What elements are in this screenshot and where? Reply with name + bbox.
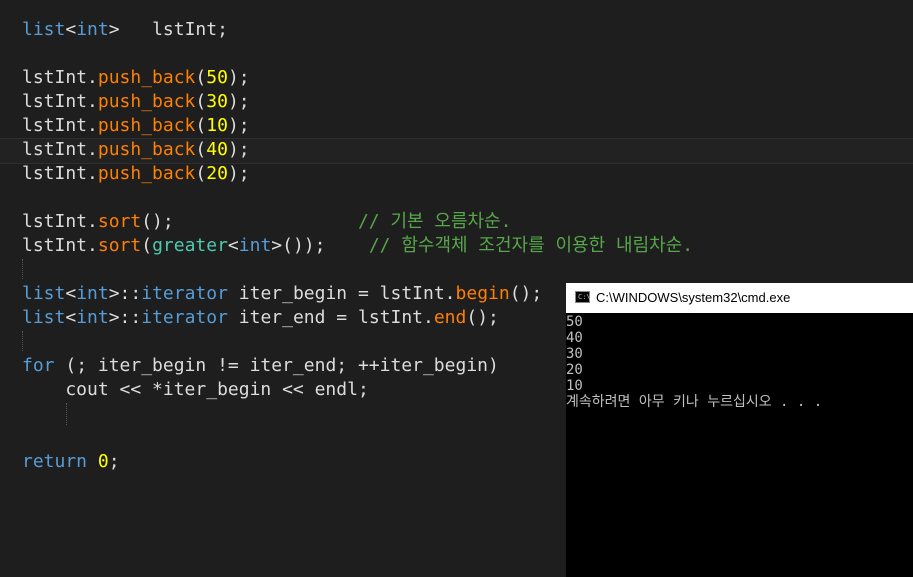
code-token: ( — [195, 91, 207, 112]
code-token: lstInt. — [22, 115, 98, 136]
code-token: lstInt. — [22, 67, 98, 88]
code-line: lstInt.push_back(30); — [22, 90, 250, 114]
code-token: ); — [227, 91, 250, 112]
indent-guide — [22, 331, 23, 351]
code-token: return — [22, 451, 88, 472]
code-token: ( — [195, 67, 207, 88]
console-output-line: 30 — [566, 346, 583, 362]
code-line: return 0; — [22, 450, 120, 474]
code-token: // 기본 오름차순. — [357, 211, 512, 232]
code-token: 0 — [97, 451, 109, 472]
code-token: (; iter_begin != iter_end; ++iter_begin) — [54, 355, 499, 376]
code-line: lstInt.push_back(10); — [22, 114, 250, 138]
console-output-line: 40 — [566, 330, 583, 346]
code-line: for (; iter_begin != iter_end; ++iter_be… — [22, 354, 499, 378]
code-token: greater — [152, 235, 228, 256]
code-token: for — [22, 355, 55, 376]
code-token: < — [65, 19, 77, 40]
code-line: list<int>::iterator iter_begin = lstInt.… — [22, 282, 542, 306]
code-token: list — [22, 19, 66, 40]
code-token: lstInt. — [22, 211, 98, 232]
code-token: (); — [466, 307, 499, 328]
code-token: ; — [108, 451, 120, 472]
console-output: 50 40 30 20 10 계속하려면 아무 키나 누르십시오 . . . — [566, 314, 913, 410]
code-token: >:: — [108, 283, 142, 304]
code-token: lstInt. — [22, 91, 98, 112]
code-token: iter_begin = lstInt. — [227, 283, 456, 304]
code-token: ); — [227, 115, 250, 136]
code-token: // 함수객체 조건자를 이용한 내림차순. — [368, 235, 694, 256]
code-token: push_back — [97, 163, 196, 184]
code-token: push_back — [97, 139, 196, 160]
code-token: >:: — [108, 307, 142, 328]
code-line: lstInt.push_back(20); — [22, 162, 250, 186]
code-token: 20 — [206, 163, 228, 184]
code-token: ( — [141, 235, 153, 256]
code-token: >()); — [271, 235, 369, 256]
code-token: iter_end = lstInt. — [227, 307, 434, 328]
code-token: int — [76, 307, 109, 328]
code-token: ); — [227, 67, 250, 88]
code-line: list<int>::iterator iter_end = lstInt.en… — [22, 306, 499, 330]
code-token: ); — [227, 163, 250, 184]
code-token: push_back — [97, 115, 196, 136]
code-token: begin — [455, 283, 510, 304]
code-line: lstInt.sort(greater<int>()); // 함수객체 조건자… — [22, 234, 693, 258]
code-token: sort — [97, 211, 142, 232]
code-token: lstInt. — [22, 163, 98, 184]
console-title: C:\WINDOWS\system32\cmd.exe — [596, 290, 791, 305]
code-token: cout << *iter_begin << endl; — [22, 379, 369, 400]
console-output-line: 50 — [566, 314, 583, 330]
code-token: push_back — [97, 67, 196, 88]
code-token: iterator — [141, 307, 228, 328]
console-titlebar[interactable]: C:\ C:\WINDOWS\system32\cmd.exe — [566, 283, 913, 313]
code-token: end — [433, 307, 467, 328]
code-line: lstInt.push_back(50); — [22, 66, 250, 90]
code-token: list — [22, 283, 66, 304]
code-token: 40 — [206, 139, 228, 160]
code-token: (); — [141, 211, 358, 232]
indent-guide — [22, 259, 23, 279]
code-token: ( — [195, 139, 207, 160]
code-token: > lstInt; — [108, 19, 228, 40]
code-line: cout << *iter_begin << endl; — [22, 378, 369, 402]
code-token: int — [238, 235, 272, 256]
code-token: ( — [195, 115, 207, 136]
console-window[interactable]: C:\ C:\WINDOWS\system32\cmd.exe 50 40 30 20… — [566, 283, 913, 577]
code-token: (); — [509, 283, 543, 304]
code-token: sort — [97, 235, 142, 256]
code-token: < — [65, 307, 77, 328]
code-token: iterator — [141, 283, 228, 304]
cmd-icon: C:\ — [575, 291, 591, 303]
code-line: lstInt.sort(); // 기본 오름차순. — [22, 210, 512, 234]
code-token: int — [76, 283, 109, 304]
code-token: < — [65, 283, 77, 304]
code-token: lstInt. — [22, 139, 98, 160]
code-token: 50 — [206, 67, 228, 88]
code-token: < — [227, 235, 239, 256]
code-token: ); — [227, 139, 250, 160]
code-line: lstInt.push_back(40); — [22, 138, 250, 162]
code-token: 30 — [206, 91, 228, 112]
code-token: 10 — [206, 115, 228, 136]
code-token: push_back — [97, 91, 196, 112]
code-line: list<int> lstInt; — [22, 18, 228, 42]
code-token: int — [76, 19, 109, 40]
code-token: lstInt. — [22, 235, 98, 256]
console-output-line: 20 — [566, 362, 583, 378]
code-token: list — [22, 307, 66, 328]
console-output-line: 계속하려면 아무 키나 누르십시오 . . . — [566, 394, 823, 410]
console-output-line: 10 — [566, 378, 583, 394]
code-token: ( — [195, 163, 207, 184]
indent-guide — [66, 403, 67, 425]
